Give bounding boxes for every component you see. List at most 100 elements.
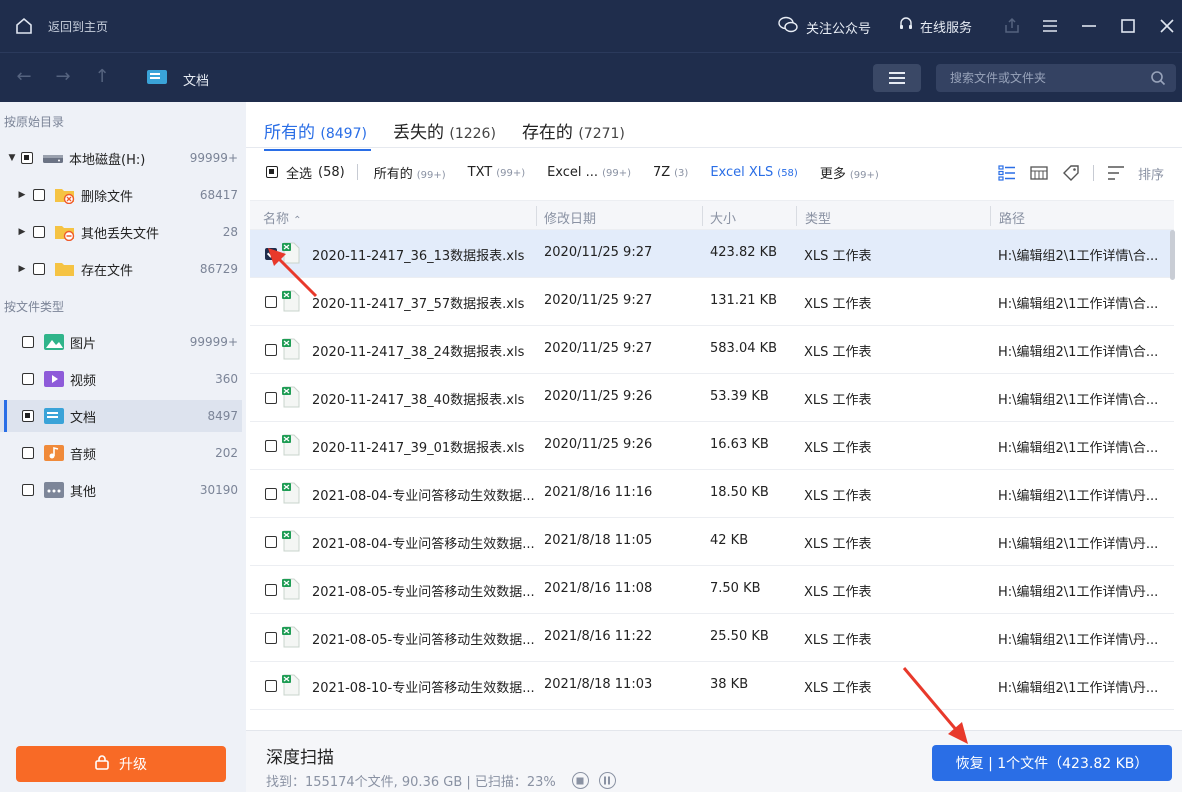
follow-wechat-label: 关注公众号 <box>806 21 872 37</box>
expand-caret-icon[interactable]: ▶ <box>17 227 27 237</box>
select-all-checkbox[interactable] <box>266 166 278 178</box>
table-row[interactable]: 2020-11-2417_37_57数据报表.xls 2020/11/25 9:2… <box>250 278 1174 326</box>
detail-view-icon[interactable] <box>1029 163 1049 183</box>
sidebar-item-other-lost-files[interactable]: ▶ 其他丢失文件 28 <box>0 216 242 248</box>
column-path[interactable]: 路径 <box>999 208 1025 227</box>
list-menu-button[interactable] <box>873 64 921 92</box>
xls-file-icon <box>282 338 300 360</box>
table-row[interactable]: 2020-11-2417_39_01数据报表.xls 2020/11/25 9:2… <box>250 422 1174 470</box>
expand-caret-icon[interactable]: ▶ <box>17 264 27 274</box>
table-row[interactable]: 2020-11-2417_36_13数据报表.xls 2020/11/25 9:2… <box>250 230 1174 278</box>
filter-more[interactable]: 更多 (99+) <box>820 163 879 182</box>
sidebar-item-local-disk[interactable]: ▼ 本地磁盘(H:) 99999+ <box>0 142 242 174</box>
sidebar-item-audio[interactable]: 音频 202 <box>0 437 242 469</box>
filter-label: 所有的 <box>373 166 413 182</box>
online-service-button[interactable]: 在线服务 <box>898 16 972 36</box>
checkbox[interactable] <box>22 484 34 496</box>
column-divider[interactable] <box>796 206 797 226</box>
search-box[interactable] <box>936 64 1176 92</box>
checkbox[interactable] <box>21 152 33 164</box>
filter-7z[interactable]: 7Z (3) <box>653 165 688 180</box>
table-row[interactable]: 2021-08-04-专业问答移动生效数据... 2021/8/16 11:16 1… <box>250 470 1174 518</box>
row-checkbox[interactable] <box>265 392 277 404</box>
row-checkbox[interactable] <box>265 488 277 500</box>
checkbox[interactable] <box>33 189 45 201</box>
checkbox[interactable] <box>22 447 34 459</box>
table-row[interactable]: 2021-08-10-专业问答移动生效数据... 2021/8/18 11:03 3… <box>250 662 1174 710</box>
sort-icon[interactable] <box>1106 163 1126 183</box>
search-input[interactable] <box>950 69 1140 87</box>
list-view-icon[interactable] <box>997 163 1017 183</box>
file-modified: 2020/11/25 9:27 <box>544 293 653 308</box>
column-size[interactable]: 大小 <box>710 208 736 227</box>
sidebar-item-label: 删除文件 <box>81 189 134 205</box>
xls-file-icon <box>282 290 300 312</box>
checkbox[interactable] <box>33 263 45 275</box>
up-arrow-icon[interactable]: ↑ <box>92 67 112 87</box>
follow-wechat-button[interactable]: 关注公众号 <box>778 16 871 38</box>
row-checkbox[interactable] <box>265 632 277 644</box>
column-divider[interactable] <box>702 206 703 226</box>
filter-excel-xls[interactable]: Excel XLS (58) <box>710 165 798 180</box>
sidebar-item-deleted-files[interactable]: ▶ 删除文件 68417 <box>0 179 242 211</box>
stop-icon[interactable] <box>571 772 589 789</box>
column-divider[interactable] <box>536 206 537 226</box>
scrollbar[interactable] <box>1170 230 1175 280</box>
filter-excel[interactable]: Excel ... (99+) <box>547 165 631 180</box>
table-row[interactable]: 2021-08-05-专业问答移动生效数据... 2021/8/16 11:22 2… <box>250 614 1174 662</box>
sidebar-item-videos[interactable]: 视频 360 <box>0 363 242 395</box>
breadcrumb[interactable]: 文档 <box>183 70 209 89</box>
table-row[interactable]: 2021-08-04-专业问答移动生效数据... 2021/8/18 11:05 4… <box>250 518 1174 566</box>
forward-arrow-icon[interactable]: → <box>53 67 73 87</box>
filter-txt[interactable]: TXT (99+) <box>468 165 525 180</box>
filter-count: (99+) <box>849 169 879 181</box>
table-row[interactable]: 2021-08-05-专业问答移动生效数据... 2021/8/16 11:08 7… <box>250 566 1174 614</box>
row-checkbox[interactable] <box>265 344 277 356</box>
file-size: 38 KB <box>710 677 749 692</box>
table-row[interactable]: 2020-11-2417_38_24数据报表.xls 2020/11/25 9:2… <box>250 326 1174 374</box>
row-checkbox[interactable] <box>265 536 277 548</box>
sidebar-item-images[interactable]: 图片 99999+ <box>0 326 242 358</box>
search-icon[interactable] <box>1150 70 1166 86</box>
tab-lost[interactable]: 丢失的 (1226) <box>393 118 496 149</box>
sidebar-item-existing-files[interactable]: ▶ 存在文件 86729 <box>0 253 242 285</box>
tab-all[interactable]: 所有的 (8497) <box>264 118 371 151</box>
checkbox[interactable] <box>33 226 45 238</box>
home-icon[interactable] <box>14 16 34 36</box>
file-size: 423.82 KB <box>710 245 778 260</box>
sidebar-item-documents[interactable]: 文档 8497 <box>0 400 242 432</box>
row-checkbox[interactable] <box>265 296 277 308</box>
checkbox[interactable] <box>22 373 34 385</box>
expand-caret-icon[interactable]: ▶ <box>17 190 27 200</box>
column-name[interactable]: 名称 ⌃ <box>263 208 302 227</box>
pause-icon[interactable] <box>598 772 616 789</box>
back-to-home-link[interactable]: 返回到主页 <box>48 18 108 35</box>
sort-label[interactable]: 排序 <box>1138 164 1164 183</box>
recover-button[interactable]: 恢复 | 1个文件（423.82 KB） <box>932 745 1172 781</box>
file-path: H:\编辑组2\1工作详情\合... <box>998 393 1159 408</box>
column-modified[interactable]: 修改日期 <box>544 208 596 227</box>
row-checkbox[interactable] <box>265 248 277 260</box>
tag-icon[interactable] <box>1061 163 1081 183</box>
sidebar-item-others[interactable]: 其他 30190 <box>0 474 242 506</box>
file-name: 2021-08-05-专业问答移动生效数据... <box>312 633 535 648</box>
row-checkbox[interactable] <box>265 440 277 452</box>
checkbox[interactable] <box>22 336 34 348</box>
upgrade-button[interactable]: 升级 <box>16 746 226 782</box>
maximize-icon[interactable] <box>1116 14 1140 38</box>
table-row[interactable]: 2020-11-2417_38_40数据报表.xls 2020/11/25 9:2… <box>250 374 1174 422</box>
minimize-icon[interactable] <box>1077 14 1101 38</box>
checkbox[interactable] <box>22 410 34 422</box>
share-icon[interactable] <box>1000 14 1024 38</box>
back-arrow-icon[interactable]: ← <box>14 67 34 87</box>
tab-existing[interactable]: 存在的 (7271) <box>522 118 625 149</box>
row-checkbox[interactable] <box>265 584 277 596</box>
filter-all[interactable]: 所有的 (99+) <box>374 163 446 182</box>
row-checkbox[interactable] <box>265 680 277 692</box>
select-all-label[interactable]: 全选 <box>286 163 312 182</box>
expand-caret-icon[interactable]: ▼ <box>7 153 17 163</box>
column-divider[interactable] <box>990 206 991 226</box>
menu-icon[interactable] <box>1038 14 1062 38</box>
close-icon[interactable] <box>1155 14 1179 38</box>
column-type[interactable]: 类型 <box>805 208 831 227</box>
